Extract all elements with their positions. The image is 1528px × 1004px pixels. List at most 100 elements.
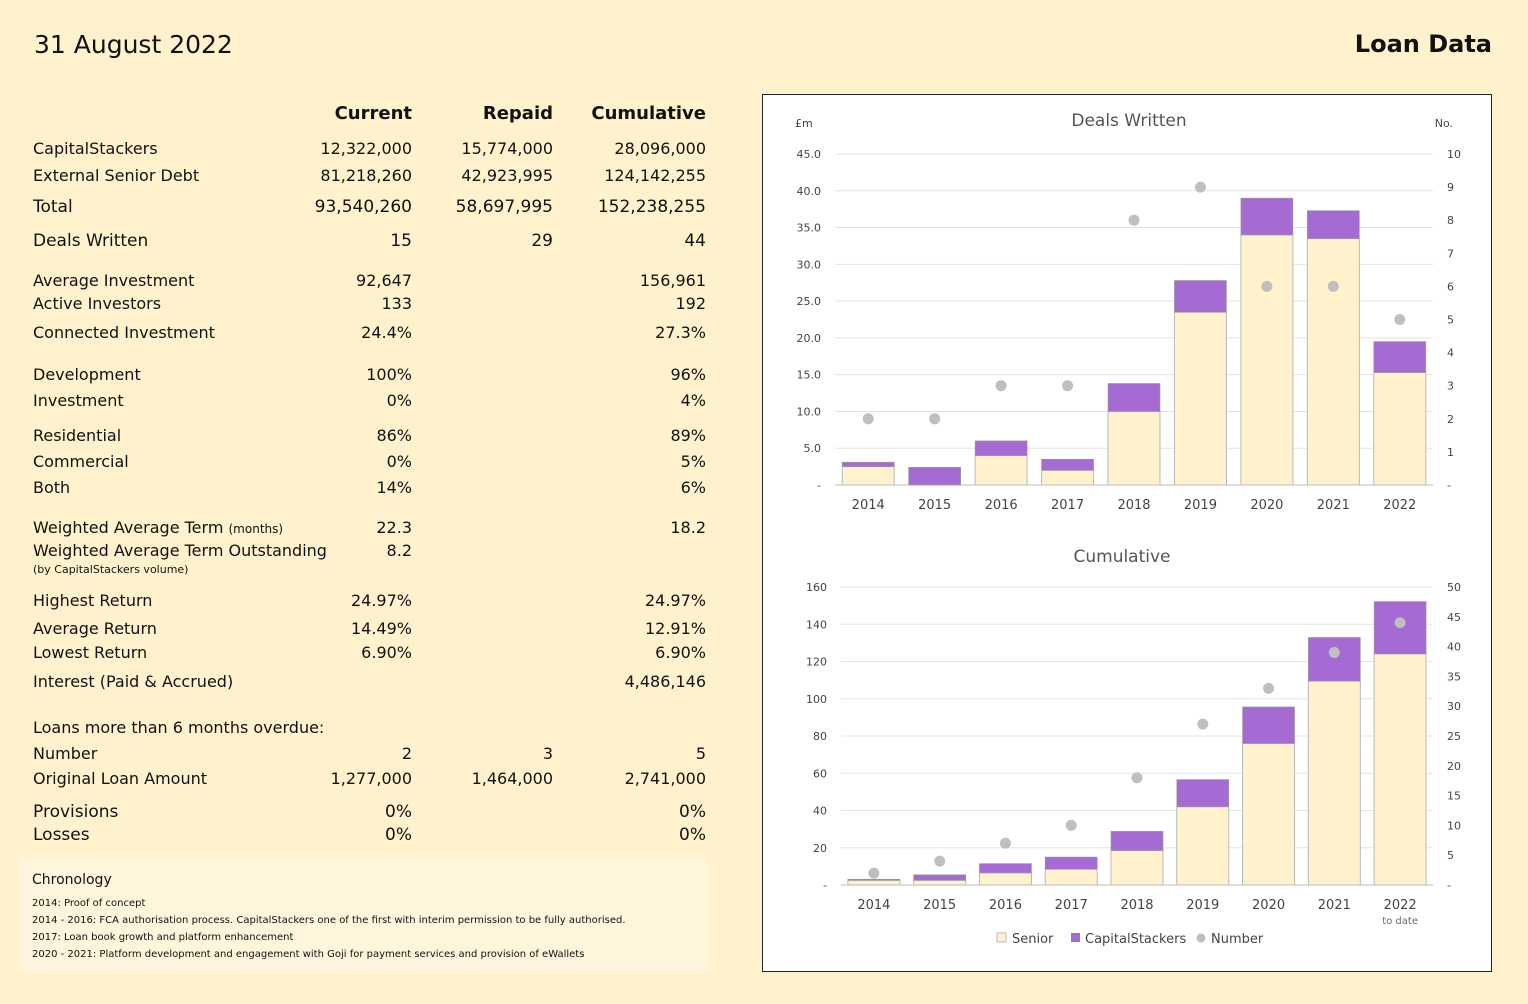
metric-label-text: Lowest Return [33, 643, 148, 662]
metric-label-text: Active Investors [33, 294, 162, 313]
metric-value-current: 14% [376, 478, 412, 497]
metric-label: External Senior Debt [33, 166, 199, 185]
y-tick-label: 120 [806, 656, 827, 669]
y2-tick-label: 50 [1447, 581, 1461, 594]
chart-title: Cumulative [1073, 547, 1170, 567]
metric-label: Active Investors [33, 294, 161, 313]
y-tick-label: 160 [806, 581, 827, 594]
metric-value-current: 24.97% [350, 591, 412, 610]
bar-capitalstackers [913, 874, 966, 881]
y2-tick-label: 10 [1447, 148, 1461, 161]
bar-senior [1173, 311, 1227, 486]
metric-value-current: 81,218,260 [320, 166, 412, 185]
y-tick-label: 15.0 [797, 369, 822, 382]
number-point [1327, 280, 1339, 292]
metric-value-cumulative: 124,142,255 [604, 166, 706, 185]
metric-label: Highest Return [33, 591, 152, 610]
number-point [1394, 617, 1406, 629]
y-axis-unit-label: £m [795, 117, 813, 130]
number-point [1065, 819, 1077, 831]
metric-row: Active Investors 133 192 [0, 294, 720, 316]
metric-value-repaid: 1,464,000 [471, 769, 553, 788]
chronology-box: Chronology 2014: Proof of concept 2014 -… [19, 858, 709, 972]
metric-value-repaid: 29 [531, 231, 553, 251]
bar-capitalstackers [1044, 856, 1098, 870]
metric-value-cumulative: 152,238,255 [597, 197, 706, 217]
x-tick-label: 2018 [1117, 498, 1150, 513]
y2-tick-label: 5 [1447, 849, 1454, 862]
y-tick-label: 20 [813, 842, 827, 855]
bar-capitalstackers [841, 461, 895, 467]
metric-value-repaid: 58,697,995 [455, 197, 553, 217]
x-tick-label: 2019 [1184, 498, 1217, 513]
bar-capitalstackers [1308, 637, 1361, 682]
metric-label: Investment [33, 391, 124, 410]
x-tick-label: 2018 [1120, 898, 1153, 913]
metric-label-text: CapitalStackers [33, 139, 158, 158]
metric-value-cumulative: 27.3% [655, 323, 706, 342]
metric-value-current: 15 [390, 231, 412, 251]
bar-capitalstackers [1174, 280, 1227, 313]
metric-label: Connected Investment [33, 323, 215, 342]
metric-row: Weighted Average Term Outstanding (by Cap… [0, 541, 720, 576]
bar-capitalstackers [1110, 831, 1164, 851]
x-tick-label: 2021 [1317, 498, 1350, 513]
x-tick-label: 2015 [918, 498, 951, 513]
chronology-line: 2017: Loan book growth and platform enha… [32, 932, 294, 943]
y-tick-label: 80 [813, 730, 827, 743]
metric-value-current: 8.2 [386, 541, 412, 560]
metric-label-text: Deals Written [33, 231, 149, 251]
y2-tick-label: 30 [1447, 700, 1461, 713]
y2-tick-label: 4 [1447, 347, 1454, 360]
metric-label-text: Original Loan Amount [33, 769, 208, 788]
y2-tick-label: 40 [1447, 641, 1461, 654]
legend-label-number: Number [1211, 932, 1264, 947]
number-point [999, 837, 1011, 849]
metric-row: Number 2 3 5 [0, 744, 720, 766]
x-tick-label: 2016 [985, 498, 1018, 513]
y2-tick-label: 10 [1447, 819, 1461, 832]
metric-label: Commercial [33, 452, 129, 471]
number-point [1197, 718, 1209, 730]
bar-senior [913, 879, 967, 886]
bar-capitalstackers [847, 878, 901, 881]
y-tick-label: 60 [813, 767, 827, 780]
y2-tick-label: 9 [1447, 181, 1454, 194]
metric-label: Weighted Average Term (months) [33, 518, 283, 537]
metric-value-cumulative: 28,096,000 [614, 139, 706, 158]
metric-label-text: Average Investment [33, 271, 195, 290]
metric-label-text: Both [33, 478, 71, 497]
metric-value-cumulative: 24.97% [644, 591, 706, 610]
bar-senior [1307, 680, 1361, 886]
metric-value-cumulative: 5 [695, 744, 706, 763]
x-tick-label: 2016 [989, 898, 1022, 913]
metric-label: Original Loan Amount [33, 769, 207, 788]
metric-label-text: Number [33, 744, 98, 763]
metric-row: Average Return 14.49% 12.91% [0, 619, 720, 641]
metric-value-current: 24.4% [361, 323, 412, 342]
metric-row: Provisions 0% 0% [0, 802, 720, 824]
metric-label: Lowest Return [33, 643, 147, 662]
legend-swatch-number [1196, 933, 1206, 943]
bar-capitalstackers [1373, 341, 1427, 373]
metric-value-current: 2 [401, 744, 412, 763]
y2-tick-label: 1 [1447, 446, 1454, 459]
metric-row: Losses 0% 0% [0, 825, 720, 847]
y2-tick-label: 45 [1447, 611, 1461, 624]
bar-capitalstackers [908, 467, 961, 486]
legend-swatch-capitalstackers [1071, 933, 1080, 942]
metric-value-cumulative: 4% [680, 391, 706, 410]
metric-value-current: 0% [386, 391, 412, 410]
metric-label: Both [33, 478, 70, 497]
x-tick-label: 2022 [1383, 498, 1416, 513]
number-point [929, 413, 941, 425]
metric-label-text: Losses [33, 825, 90, 845]
metric-value-current: 0% [385, 825, 412, 845]
number-point [934, 855, 946, 867]
metric-note: (by CapitalStackers volume) [33, 563, 189, 576]
metric-label-text: Residential [33, 426, 122, 445]
charts-svg: Deals Written £m No. - 5.0 10.0 15.0 20.0 25.0 30… [795, 111, 1461, 947]
bar-senior [847, 879, 901, 886]
metric-value-current: 0% [386, 452, 412, 471]
y-tick-label: 100 [806, 693, 827, 706]
